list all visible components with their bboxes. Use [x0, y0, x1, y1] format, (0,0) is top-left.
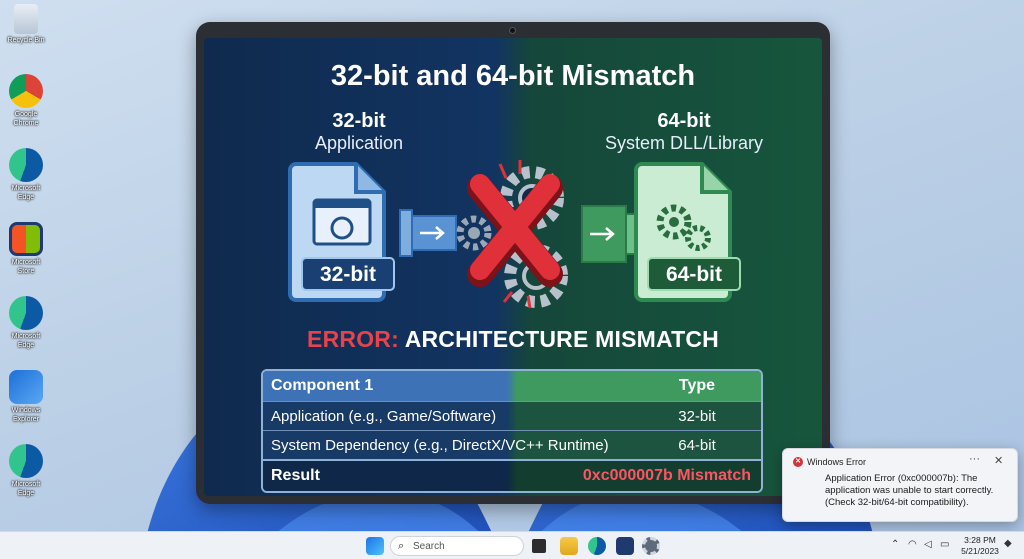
search-icon: ⌕ [398, 540, 405, 552]
left-badge: 32-bit [319, 263, 376, 286]
left-bits-label: 32-bit [332, 110, 386, 132]
webcam-icon [509, 27, 516, 34]
store-icon[interactable] [616, 537, 634, 555]
table-cell: 32-bit [678, 407, 716, 425]
store-icon [9, 222, 43, 256]
clock-date: 5/21/2023 [961, 546, 999, 556]
right-badge: 64-bit [665, 263, 722, 286]
error-cross-icon [467, 160, 563, 309]
gears-icon [456, 166, 568, 308]
desktop-icon-chrome[interactable]: Google Chrome [4, 74, 48, 128]
settings-gear-icon[interactable] [642, 537, 660, 555]
notification-app-name: Windows Error [807, 457, 867, 467]
edge-icon [9, 444, 43, 478]
slide-screen: 32-bit and 64-bit Mismatch 32-bit Applic… [204, 38, 822, 496]
wifi-icon[interactable]: ◠ [908, 539, 917, 550]
taskbar: ⌕ Search ⌃ ◠ ◁ ▭ 3:28 PM 5/21/2023 ◆ [0, 531, 1024, 559]
right-heading: 64-bit System DLL/Library [589, 110, 779, 154]
table-cell: 64-bit [678, 436, 716, 454]
chrome-icon [9, 74, 43, 108]
desktop-icon-label: Microsoft Edge [11, 185, 41, 201]
task-view-icon[interactable] [532, 539, 546, 553]
desktop-icon-edge-3[interactable]: Microsoft Edge [4, 444, 48, 498]
chevron-up-icon[interactable]: ⌃ [891, 539, 899, 550]
desktop-icon-recycle-bin[interactable]: Recycle Bin [4, 4, 48, 45]
right-name-label: System DLL/Library [604, 133, 764, 153]
result-value: 0xc000007b Mismatch [582, 467, 751, 484]
battery-icon[interactable]: ▭ [940, 539, 949, 550]
comparison-table: Component 1 Type Application (e.g., Game… [261, 369, 763, 493]
slide-title: 32-bit and 64-bit Mismatch [330, 60, 696, 92]
desktop-icon-edge[interactable]: Microsoft Edge [4, 148, 48, 202]
desktop-icon-label: Recycle Bin [7, 37, 45, 44]
table-row: System Dependency (e.g., DirectX/VC++ Ru… [263, 430, 761, 459]
desktop-icon-label: Microsoft Store [11, 259, 41, 275]
monitor: 32-bit and 64-bit Mismatch 32-bit Applic… [196, 22, 830, 504]
desktop-icon-label: Google Chrome [13, 111, 39, 127]
desktop-icon-edge-2[interactable]: Microsoft Edge [4, 296, 48, 350]
edge-icon[interactable] [588, 537, 606, 555]
result-label: Result [271, 467, 320, 484]
desktop-icon-store[interactable]: Microsoft Store [4, 222, 48, 276]
table-header: Component 1 Type [263, 371, 761, 401]
table-row: Application (e.g., Game/Software) 32-bit [263, 401, 761, 430]
desktop-icon-label: Microsoft Edge [11, 481, 41, 497]
search-placeholder: Search [413, 541, 445, 552]
start-button-windows-icon[interactable] [366, 537, 384, 555]
result-row: Result 0xc000007b Mismatch [263, 459, 761, 491]
desktop-icon-explorer[interactable]: Windows Explorer [4, 370, 48, 424]
file-explorer-icon[interactable] [560, 537, 578, 555]
notification-bell-icon[interactable]: ◆ [1004, 538, 1012, 549]
error-banner: ERROR: ARCHITECTURE MISMATCH [204, 326, 822, 353]
header-type: Type [678, 377, 716, 394]
edge-icon [9, 296, 43, 330]
header-component: Component 1 [271, 377, 374, 394]
error-prefix: ERROR: [307, 326, 399, 352]
more-options-button[interactable]: ··· [969, 453, 980, 465]
left-name-label: Application [314, 133, 404, 153]
recycle-bin-icon [14, 4, 38, 34]
clock[interactable]: 3:28 PM 5/21/2023 [958, 535, 1002, 557]
left-heading: 32-bit Application [294, 110, 424, 154]
volume-icon[interactable]: ◁ [924, 539, 932, 550]
desktop-icon-label: Microsoft Edge [11, 333, 41, 349]
clock-time: 3:28 PM [964, 535, 996, 545]
right-connector-icon [581, 205, 639, 263]
explorer-icon [9, 370, 43, 404]
table-cell: System Dependency (e.g., DirectX/VC++ Ru… [271, 436, 609, 454]
desktop-icon-label: Windows Explorer [11, 407, 41, 423]
notification-message: Application Error (0xc000007b): The appl… [825, 473, 994, 508]
left-connector-icon [399, 209, 457, 257]
close-notification-button[interactable]: ✕ [994, 454, 1003, 467]
error-notification[interactable]: ✕ Windows Error ··· ✕ Application Error … [782, 448, 1018, 522]
error-icon: ✕ [793, 457, 803, 467]
table-cell: Application (e.g., Game/Software) [271, 407, 497, 425]
search-box[interactable]: ⌕ Search [390, 536, 524, 556]
edge-icon [9, 148, 43, 182]
right-bits-label: 64-bit [657, 110, 711, 132]
error-text: ARCHITECTURE MISMATCH [398, 326, 719, 352]
